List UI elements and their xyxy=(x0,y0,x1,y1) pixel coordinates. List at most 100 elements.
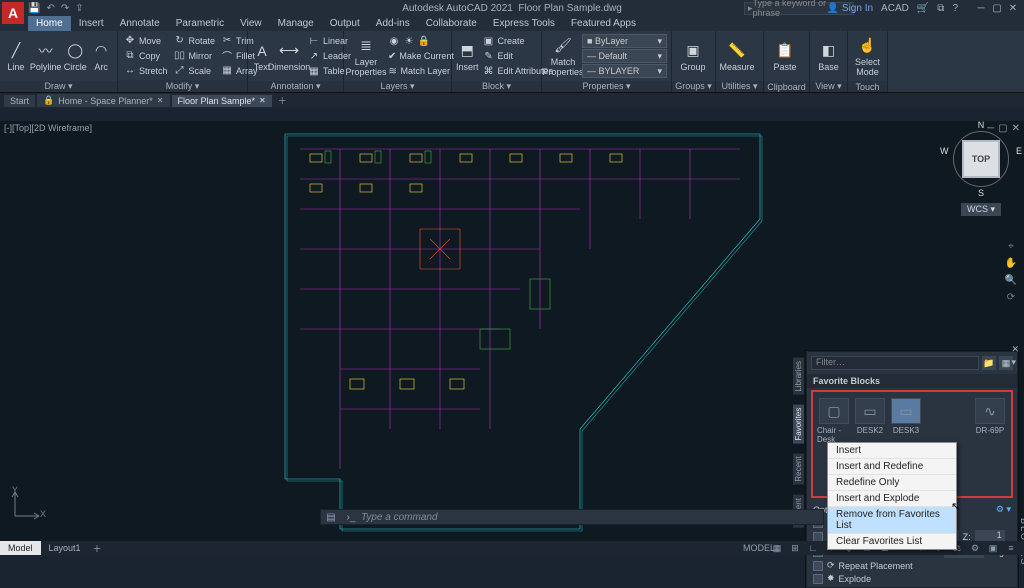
help-icon[interactable]: ? xyxy=(952,3,958,14)
ctx-insert-explode[interactable]: Insert and Explode xyxy=(828,491,956,507)
qat-save-icon[interactable]: 💾 xyxy=(28,3,40,14)
app-logo[interactable]: A xyxy=(2,2,24,24)
paste-button[interactable]: 📋Paste xyxy=(768,33,802,79)
panel-draw-title[interactable]: Draw ▾ xyxy=(0,81,117,92)
match-properties-button[interactable]: 🖌Match Properties xyxy=(546,33,580,79)
block-chair-desk[interactable]: ▢Chair - Desk xyxy=(817,398,851,444)
panel-properties-title[interactable]: Properties ▾ xyxy=(542,81,671,92)
drawing-canvas[interactable] xyxy=(280,129,790,537)
clean-screen-icon[interactable]: ▣ xyxy=(986,542,1000,554)
scale-button[interactable]: ⤢Scale xyxy=(172,64,218,78)
close-tab-icon[interactable]: ✕ xyxy=(157,96,164,105)
panel-block-title[interactable]: Block ▾ xyxy=(452,81,541,92)
line-button[interactable]: ╱Line xyxy=(4,33,28,79)
model-tab[interactable]: Model xyxy=(0,541,41,555)
qat-share-icon[interactable]: ⇪ xyxy=(75,3,83,14)
tab-home[interactable]: Home xyxy=(28,16,71,31)
rotate-button[interactable]: ↻Rotate xyxy=(172,34,218,48)
palette-menu-icon[interactable]: ▾ xyxy=(1011,357,1019,368)
navigation-bar[interactable]: ⌖ ✋ 🔍 ⟳ xyxy=(1002,241,1020,303)
copy-button[interactable]: ⧉Copy xyxy=(122,49,170,63)
block-dr-69p[interactable]: ∿DR-69P xyxy=(973,398,1007,444)
sidetab-recent[interactable]: Recent xyxy=(793,454,804,485)
cart-icon[interactable]: 🛒 xyxy=(917,3,929,14)
command-line[interactable]: ▤ ›_ Type a command xyxy=(320,509,824,525)
dimension-button[interactable]: ⟷Dimension xyxy=(274,33,304,79)
panel-view-title[interactable]: View ▾ xyxy=(810,81,847,92)
select-mode-button[interactable]: ☝Select Mode xyxy=(852,33,883,79)
sidetab-libraries[interactable]: Libraries xyxy=(793,358,804,395)
linetype-combo[interactable]: — BYLAYER▾ xyxy=(582,64,667,78)
insert-block-button[interactable]: ⬒Insert xyxy=(456,33,479,79)
make-current-button[interactable]: ✔Make Current xyxy=(386,49,452,63)
measure-button[interactable]: 📏Measure xyxy=(720,33,754,79)
palette-close-icon[interactable]: ✕ xyxy=(1011,344,1019,355)
tab-parametric[interactable]: Parametric xyxy=(168,16,232,31)
viewport-label[interactable]: [-][Top][2D Wireframe] xyxy=(4,123,92,133)
lineweight-combo[interactable]: — Default▾ xyxy=(582,49,667,63)
command-history-icon[interactable]: ▤ xyxy=(321,512,341,523)
panel-annotation-title[interactable]: Annotation ▾ xyxy=(248,81,343,92)
ctx-insert-redefine[interactable]: Insert and Redefine xyxy=(828,459,956,475)
qat-redo-icon[interactable]: ↷ xyxy=(61,3,69,14)
workspace-icon[interactable]: ⚙ xyxy=(968,542,982,554)
sidetab-favorites[interactable]: Favorites xyxy=(793,405,804,444)
add-layout-button[interactable]: ＋ xyxy=(89,542,106,555)
layout1-tab[interactable]: Layout1 xyxy=(41,543,89,553)
close-tab-icon[interactable]: ✕ xyxy=(259,96,266,105)
tab-manage[interactable]: Manage xyxy=(270,16,322,31)
ctx-redefine-only[interactable]: Redefine Only xyxy=(828,475,956,491)
block-desk3[interactable]: ▭DESK3 xyxy=(889,398,923,444)
ucs-icon[interactable]: YX xyxy=(10,487,44,523)
tab-addins[interactable]: Add-ins xyxy=(368,16,418,31)
group-button[interactable]: ▣Group xyxy=(676,33,710,79)
filetab-floor-plan[interactable]: Floor Plan Sample*✕ xyxy=(172,95,272,107)
compass-s[interactable]: S xyxy=(978,188,984,198)
viewcube-face[interactable]: TOP xyxy=(962,140,1000,178)
stretch-button[interactable]: ↔Stretch xyxy=(122,64,170,78)
panel-groups-title[interactable]: Groups ▾ xyxy=(672,81,715,92)
options-gear-icon[interactable]: ⚙ ▾ xyxy=(996,504,1011,515)
palette-filter-input[interactable]: Filter… xyxy=(811,356,979,370)
orbit-icon[interactable]: ⟳ xyxy=(1007,292,1015,303)
tab-collaborate[interactable]: Collaborate xyxy=(418,16,485,31)
qat-undo-icon[interactable]: ↶ xyxy=(46,3,54,14)
ctx-clear-favorites[interactable]: Clear Favorites List xyxy=(828,534,956,549)
status-model-label[interactable]: MODEL xyxy=(752,542,766,554)
cb-explode[interactable] xyxy=(813,574,823,584)
new-tab-button[interactable]: ＋ xyxy=(274,94,291,107)
circle-button[interactable]: ◯Circle xyxy=(63,33,87,79)
panel-utilities-title[interactable]: Utilities ▾ xyxy=(716,81,763,92)
tab-insert[interactable]: Insert xyxy=(71,16,112,31)
compass-e[interactable]: E xyxy=(1016,146,1022,156)
viewcube[interactable]: TOP N S W E WCS ▾ xyxy=(944,131,1018,216)
signin-link[interactable]: 👤 Sign In xyxy=(827,3,873,14)
block-desk2[interactable]: ▭DESK2 xyxy=(853,398,887,444)
wcs-dropdown[interactable]: WCS ▾ xyxy=(961,203,1001,216)
snap-toggle-icon[interactable]: ⊞ xyxy=(788,542,802,554)
ctx-remove-favorite[interactable]: Remove from Favorites List xyxy=(828,507,956,534)
base-button[interactable]: ◧Base xyxy=(814,33,843,79)
text-button[interactable]: AText xyxy=(252,33,272,79)
full-nav-icon[interactable]: ⌖ xyxy=(1008,241,1014,252)
minimize-button[interactable]: ─ xyxy=(974,3,988,14)
zoom-icon[interactable]: 🔍 xyxy=(1005,275,1017,286)
polyline-button[interactable]: 〰Polyline xyxy=(30,33,62,79)
move-button[interactable]: ✥Move xyxy=(122,34,170,48)
tab-output[interactable]: Output xyxy=(322,16,368,31)
viewport[interactable]: [-][Top][2D Wireframe] ─▢✕ xyxy=(0,121,1024,541)
tab-featured[interactable]: Featured Apps xyxy=(563,16,644,31)
color-combo[interactable]: ■ ByLayer▾ xyxy=(582,34,667,48)
pan-icon[interactable]: ✋ xyxy=(1005,258,1017,269)
cb-repeat[interactable] xyxy=(813,561,823,571)
compass-w[interactable]: W xyxy=(940,146,949,156)
panel-layers-title[interactable]: Layers ▾ xyxy=(344,81,451,92)
ortho-toggle-icon[interactable]: ∟ xyxy=(806,542,820,554)
ctx-insert[interactable]: Insert xyxy=(828,443,956,459)
arc-button[interactable]: ◠Arc xyxy=(89,33,113,79)
filetab-start[interactable]: Start xyxy=(4,95,35,107)
tab-annotate[interactable]: Annotate xyxy=(112,16,168,31)
compass-n[interactable]: N xyxy=(978,120,985,130)
maximize-button[interactable]: ▢ xyxy=(990,3,1004,14)
grid-toggle-icon[interactable]: ▦ xyxy=(770,542,784,554)
